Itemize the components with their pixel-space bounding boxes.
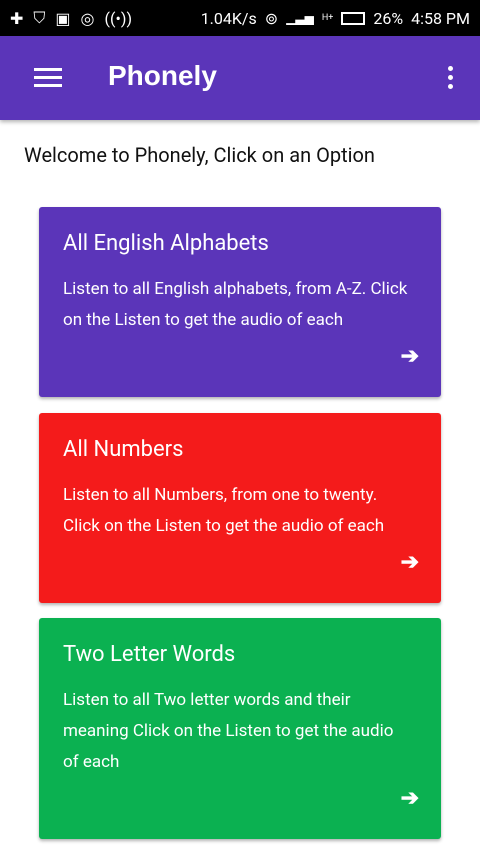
arrow-right-icon[interactable]: ➔: [401, 550, 419, 575]
signal-icon: ▁▃▅: [286, 11, 314, 25]
image-icon: ▣: [55, 8, 71, 28]
hotspot-icon: ⊚: [264, 8, 279, 28]
plus-icon: ✚: [10, 8, 24, 28]
more-options-icon[interactable]: [448, 66, 454, 93]
broadcast-icon: ((•)): [104, 8, 133, 28]
card-two-letter-words[interactable]: Two Letter Words Listen to all Two lette…: [39, 618, 441, 839]
battery-level: 26%: [373, 8, 404, 28]
app-title: Phonely: [108, 60, 217, 91]
instagram-icon: ◎: [80, 8, 95, 28]
network-type: H+: [321, 13, 334, 23]
card-title: Two Letter Words: [63, 642, 236, 667]
welcome-text: Welcome to Phonely, Click on an Option: [24, 143, 375, 167]
card-english-alphabets[interactable]: All English Alphabets Listen to all Engl…: [39, 207, 441, 397]
card-title: All Numbers: [63, 437, 184, 462]
network-speed: 1.04K/s: [200, 8, 257, 28]
battery-icon: [341, 11, 366, 25]
menu-icon[interactable]: [34, 68, 62, 88]
arrow-right-icon[interactable]: ➔: [401, 344, 419, 369]
app-bar: Phonely: [0, 36, 480, 120]
arrow-right-icon[interactable]: ➔: [401, 786, 419, 811]
shield-icon: ⛉: [33, 8, 46, 27]
card-description: Listen to all Two letter words and their…: [63, 690, 394, 772]
card-description: Listen to all Numbers, from one to twent…: [63, 485, 385, 536]
clock: 4:58 PM: [411, 8, 470, 28]
card-description: Listen to all English alphabets, from A-…: [63, 279, 408, 330]
card-title: All English Alphabets: [63, 231, 269, 256]
card-numbers[interactable]: All Numbers Listen to all Numbers, from …: [39, 413, 441, 603]
status-bar: ✚ ⛉ ▣ ◎ ((•)) 1.04K/s ⊚ ▁▃▅ H+ 26% 4:58 …: [0, 0, 480, 36]
